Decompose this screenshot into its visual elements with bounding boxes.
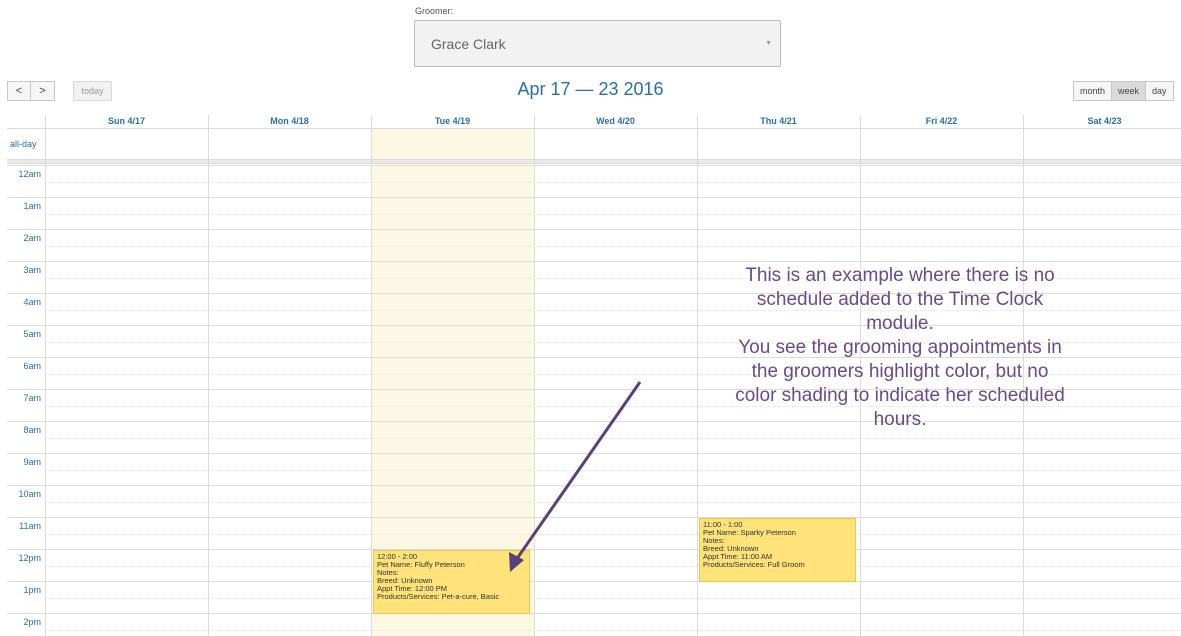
annotation-arrow-icon — [509, 381, 642, 572]
